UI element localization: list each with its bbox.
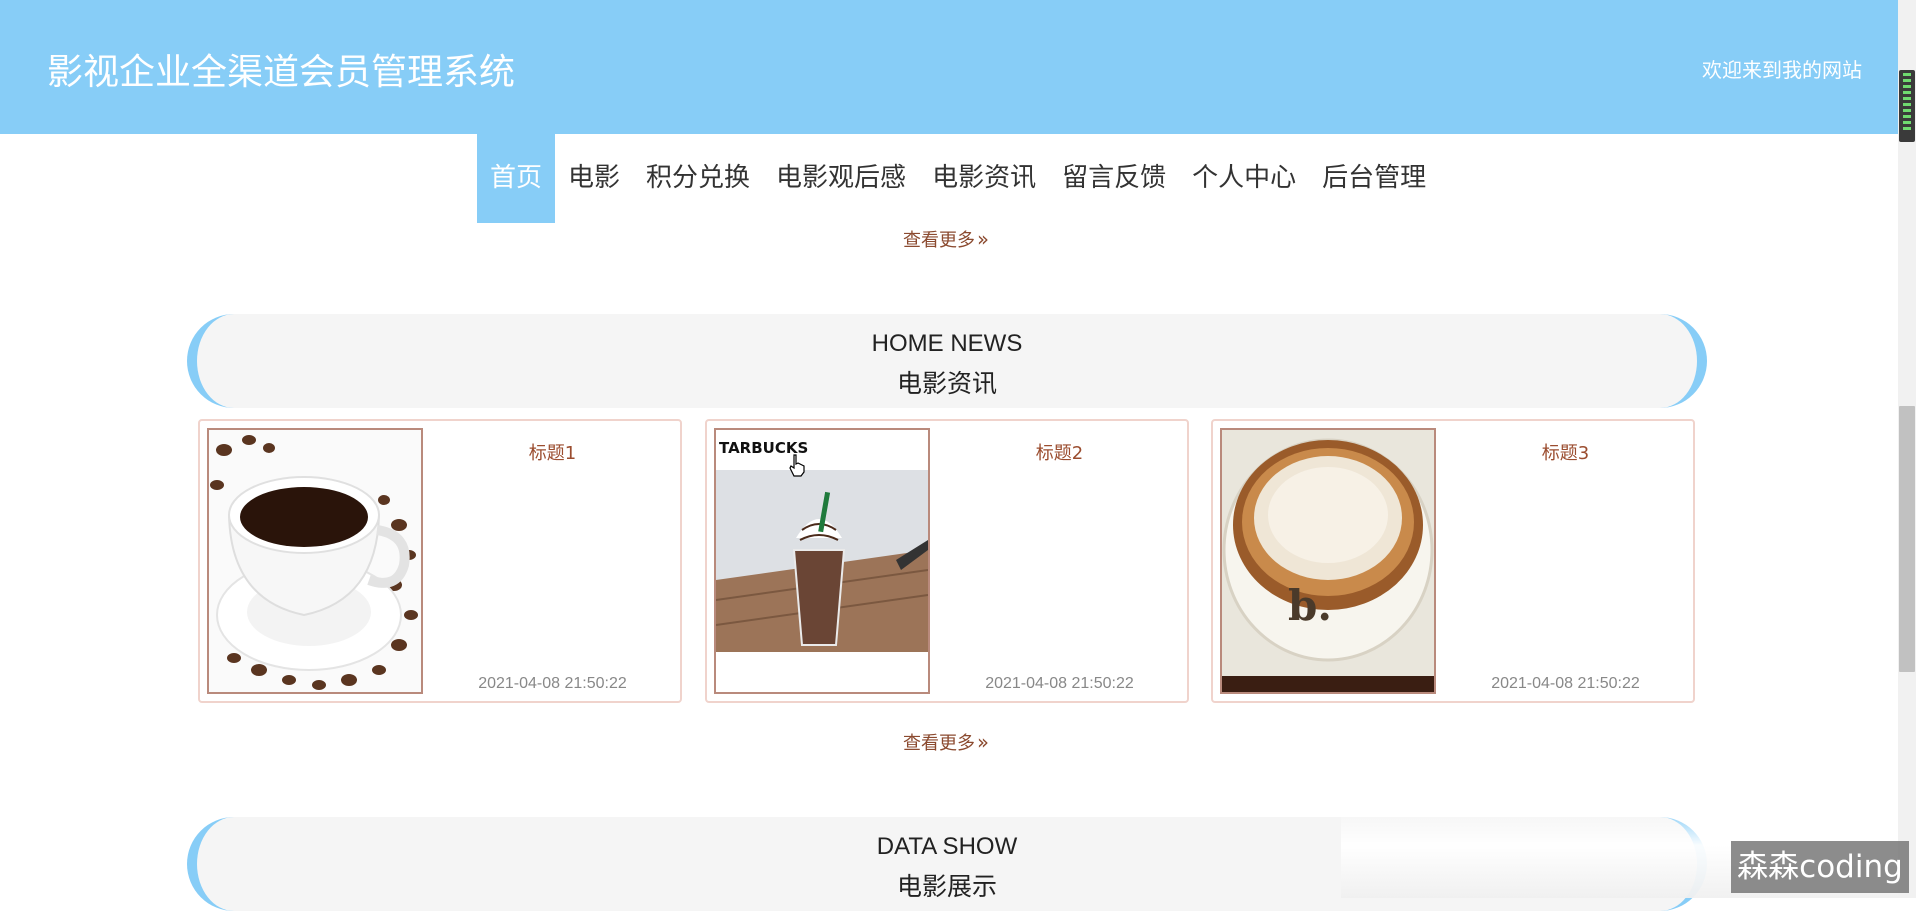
news-card[interactable]: b. 标题3 2021-04-08 21:50:22 [1211,419,1695,703]
double-chevron-right-icon: ›› [977,730,989,754]
double-chevron-right-icon: ›› [977,227,989,251]
news-card-date: 2021-04-08 21:50:22 [1491,675,1640,692]
nav-points-exchange[interactable]: 积分兑换 [633,134,763,223]
hand-cursor-icon [788,453,806,482]
news-section-header: HOME NEWS 电影资讯 [187,314,1707,408]
news-card-title[interactable]: 标题3 [1438,439,1693,465]
news-card[interactable]: TARBUCKS 标题2 2021-04-08 21:50:22 [705,419,1189,703]
news-card[interactable]: 标题1 2021-04-08 21:50:22 [198,419,682,703]
view-more-label: 查看更多 [903,733,975,754]
news-section-title-en: HOME NEWS [871,330,1023,357]
nav-home[interactable]: 首页 [477,134,556,223]
view-more-link-news[interactable]: 查看更多 ›› [903,729,989,755]
news-card-image[interactable] [207,428,423,694]
page-scrollbar[interactable] [1898,0,1916,898]
news-card-date: 2021-04-08 21:50:22 [985,675,1134,692]
watermark: 森森coding [1731,841,1909,893]
news-card-image[interactable]: b. [1220,428,1436,694]
nav-personal-center[interactable]: 个人中心 [1179,134,1309,223]
view-more-link-top[interactable]: 查看更多 ›› [903,226,989,252]
nav-movies[interactable]: 电影 [555,134,633,223]
welcome-text: 欢迎来到我的网站 [1702,58,1862,82]
main-nav: 首页 电影 积分兑换 电影观后感 电影资讯 留言反馈 个人中心 后台管理 [477,134,1439,223]
view-more-label: 查看更多 [903,230,975,251]
svg-text:b.: b. [1288,581,1332,630]
news-card-title[interactable]: 标题1 [425,439,680,465]
news-card-image[interactable]: TARBUCKS [714,428,930,694]
scrollbar-thumb[interactable] [1899,406,1915,672]
site-title: 影视企业全渠道会员管理系统 [47,52,516,93]
nav-admin[interactable]: 后台管理 [1309,134,1439,223]
scroll-grip-icon [1899,70,1915,142]
news-card-title[interactable]: 标题2 [932,439,1187,465]
site-header: 影视企业全渠道会员管理系统 欢迎来到我的网站 [0,0,1898,134]
nav-movie-news[interactable]: 电影资讯 [919,134,1049,223]
news-card-date: 2021-04-08 21:50:22 [478,675,627,692]
news-section-title-zh: 电影资讯 [896,369,997,398]
nav-feedback[interactable]: 留言反馈 [1049,134,1179,223]
nav-movie-reviews[interactable]: 电影观后感 [763,134,919,223]
